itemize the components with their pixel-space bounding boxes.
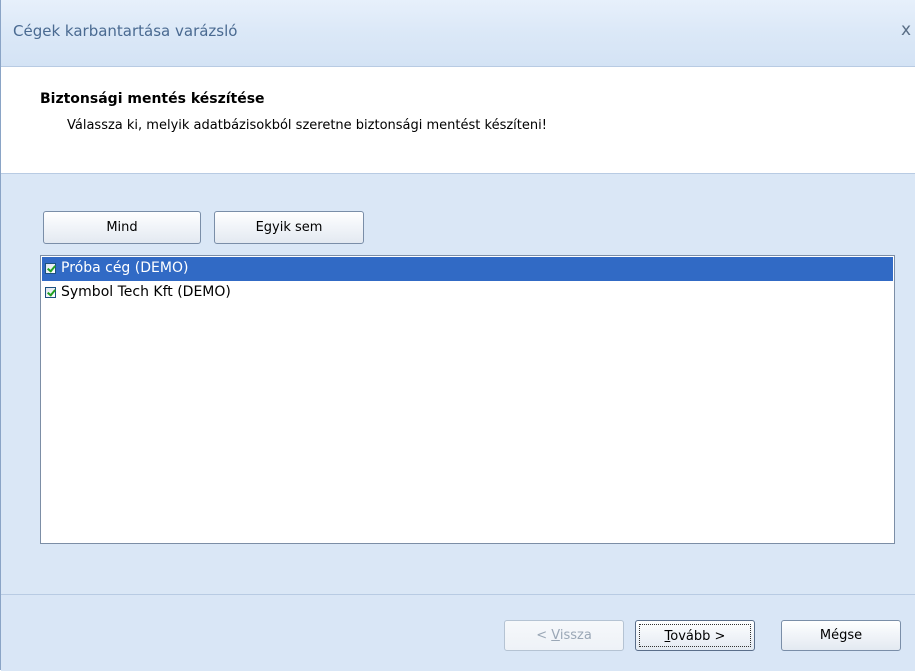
wizard-footer [1,594,915,671]
close-icon[interactable]: x [901,20,911,40]
select-all-button[interactable]: Mind [43,211,201,244]
back-button: < Vissza [504,620,624,651]
back-button-rest: issza [559,628,592,643]
back-button-mnemonic: V [551,628,560,643]
list-item-label: Symbol Tech Kft (DEMO) [61,284,231,300]
focus-rectangle: Tovább > [639,624,751,647]
back-button-prefix: < [536,628,552,643]
checkbox-checked-icon[interactable] [45,287,56,298]
next-button-rest: ovább > [670,629,726,644]
page-title: Biztonsági mentés készítése [40,91,265,107]
list-item[interactable]: Próba cég (DEMO) [42,257,893,281]
next-button[interactable]: Tovább > [635,620,755,651]
list-item[interactable]: Symbol Tech Kft (DEMO) [42,281,893,305]
window-title: Cégek karbantartása varázsló [13,22,238,40]
list-item-label: Próba cég (DEMO) [61,260,189,276]
wizard-window: Cégek karbantartása varázsló x Biztonság… [0,0,915,671]
checkbox-checked-icon[interactable] [45,263,56,274]
select-none-button[interactable]: Egyik sem [214,211,364,244]
title-bar[interactable]: Cégek karbantartása varázsló x [1,0,915,67]
wizard-header: Biztonsági mentés készítése Válassza ki,… [1,67,915,174]
cancel-button[interactable]: Mégse [781,620,901,651]
database-list[interactable]: Próba cég (DEMO) Symbol Tech Kft (DEMO) [40,255,895,544]
page-subtitle: Válassza ki, melyik adatbázisokból szere… [67,118,547,133]
